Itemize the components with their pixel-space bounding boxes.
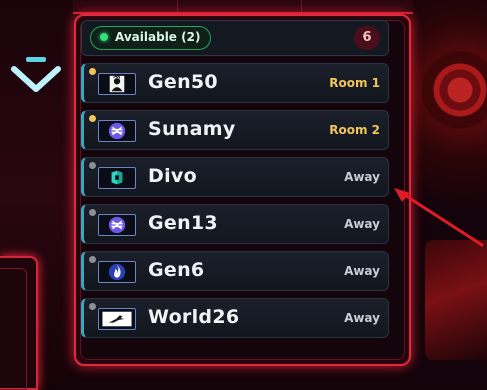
available-label: Available (2)	[115, 30, 201, 44]
user-name: World26	[148, 306, 240, 328]
status-dot-icon	[89, 115, 96, 122]
flame-icon	[98, 261, 136, 283]
user-row-gen6[interactable]: Gen6 Away	[81, 251, 389, 291]
status-dot-icon	[89, 303, 96, 310]
person-silhouette-icon	[98, 73, 136, 95]
user-row-gen50[interactable]: Gen50 Room 1	[81, 63, 389, 103]
crossed-arrows-icon	[98, 214, 136, 236]
user-status: Room 1	[329, 76, 380, 90]
total-count-badge: 6	[354, 26, 380, 50]
user-status: Away	[344, 170, 380, 184]
crossed-arrows-icon	[98, 120, 136, 142]
status-dot-icon	[89, 209, 96, 216]
status-dot-icon	[89, 256, 96, 263]
user-row-sunamy[interactable]: Sunamy Room 2	[81, 110, 389, 150]
red-arrow-icon	[394, 188, 484, 247]
user-name: Gen13	[148, 212, 218, 234]
cube-logo-icon	[98, 167, 136, 189]
user-row-world26[interactable]: World26 Away	[81, 298, 389, 338]
left-side-frame	[0, 256, 38, 390]
available-filter-button[interactable]: Available (2)	[90, 26, 212, 50]
status-dot-icon	[89, 162, 96, 169]
list-header: Available (2) 6	[81, 20, 389, 56]
status-dot-icon	[89, 68, 96, 75]
user-status: Away	[344, 311, 380, 325]
user-status: Away	[344, 264, 380, 278]
user-status: Away	[344, 217, 380, 231]
chevron-down-icon[interactable]	[8, 55, 64, 97]
user-row-divo[interactable]: Divo Away	[81, 157, 389, 197]
machinery-decoration	[425, 240, 487, 360]
user-name: Gen50	[148, 71, 218, 93]
bird-icon	[98, 308, 136, 330]
user-name: Gen6	[148, 259, 205, 281]
user-name: Divo	[148, 165, 197, 187]
user-row-gen13[interactable]: Gen13 Away	[81, 204, 389, 244]
user-name: Sunamy	[148, 118, 236, 140]
user-status: Room 2	[329, 123, 380, 137]
top-tab-strip	[73, 0, 413, 14]
available-status-dot-icon	[100, 33, 108, 41]
